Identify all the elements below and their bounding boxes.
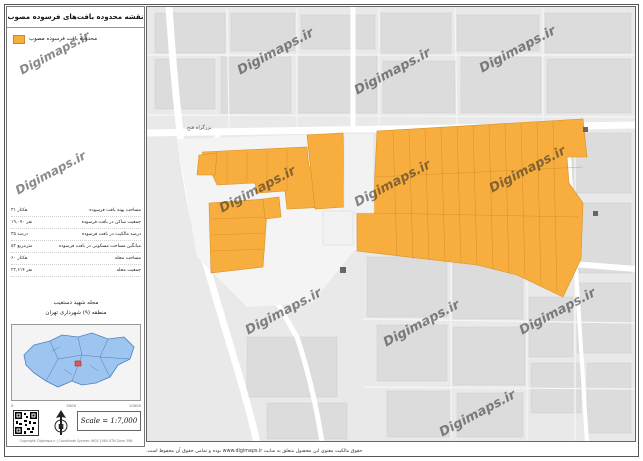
sidebar-footer: Copyright: Digimaps.ir | Coordinate Syst… — [19, 439, 133, 443]
inset-scale-right: 10000 — [128, 403, 141, 408]
stat-row: مساحت محله ۶۰ هکتار — [11, 253, 141, 265]
stat-value: ۲۲,۶۱۴ نفر — [11, 268, 33, 273]
inset-scale-mid: 5000 — [66, 403, 76, 408]
stat-value: ۱۹,۰۷۰ نفر — [11, 220, 33, 225]
stat-value: ۶۰ هکتار — [11, 256, 28, 261]
stat-label: درصد مالکیت در بافت فرسوده — [81, 232, 141, 237]
scale-text: Scale = 1:7,000 — [77, 411, 141, 431]
map-sidebar: نقشه محدوده بافت‌های فرسوده مصوب محدوده … — [6, 6, 145, 447]
map-title: نقشه محدوده بافت‌های فرسوده مصوب — [7, 7, 144, 28]
pocket-block — [322, 210, 354, 246]
poi-marker — [593, 211, 598, 216]
stat-row: جمعیت محله ۲۲,۶۱۴ نفر — [11, 265, 141, 277]
stat-label: مساحت پهنه بافت فرسوده — [89, 208, 141, 213]
stat-label: جمعیت ساکن در بافت فرسوده — [81, 220, 141, 225]
map-canvas[interactable]: بزرگراه فتح Digimaps.ir Digimaps.ir Digi… — [146, 6, 636, 442]
stat-label: میانگین مساحت مسکونی در بافت فرسوده — [58, 244, 141, 249]
qr-code — [13, 410, 39, 436]
stat-row: مساحت پهنه بافت فرسوده ۳۱ هکتار — [11, 205, 141, 217]
stats-table: مساحت پهنه بافت فرسوده ۳۱ هکتار جمعیت سا… — [11, 205, 141, 277]
qr-code-graphic — [15, 412, 37, 434]
district-9-highlight — [74, 360, 82, 367]
location-title: محله شهید دستغیب منطقه (۹) شهرداری تهران — [11, 298, 141, 318]
stat-row: درصد مالکیت در بافت فرسوده ۳۵ درصد — [11, 229, 141, 241]
worn-texture-polygon — [262, 196, 282, 220]
watermark-text: Digimaps.ir — [13, 148, 89, 198]
stat-row: میانگین مساحت مسکونی در بافت فرسوده ۵۲ م… — [11, 241, 141, 253]
inset-scale: 0 5000 10000 — [11, 403, 141, 408]
stat-value: ۳۵ درصد — [11, 232, 28, 237]
district-name: منطقه (۹) شهرداری تهران — [45, 310, 107, 316]
north-arrow-icon: N — [54, 410, 68, 435]
stat-label: مساحت محله — [114, 256, 141, 261]
poi-marker — [583, 127, 588, 132]
inset-map — [11, 324, 141, 401]
stat-value: ۵۲ مترمربع — [11, 244, 33, 249]
inset-map-graphic — [23, 332, 135, 388]
road-label: بزرگراه فتح — [187, 124, 211, 131]
copyright-footer: حقوق مالکیت معنوی این محصول متعلق به سای… — [146, 448, 363, 454]
stat-row: جمعیت ساکن در بافت فرسوده ۱۹,۰۷۰ نفر — [11, 217, 141, 229]
stat-label: جمعیت محله — [116, 268, 141, 273]
north-arrow: N — [51, 409, 71, 437]
poi-marker — [340, 267, 346, 273]
neighborhood-name: محله شهید دستغیب — [53, 300, 99, 306]
legend-swatch-worn-texture — [13, 34, 25, 44]
north-label: N — [58, 423, 64, 431]
stat-value: ۳۱ هکتار — [11, 208, 28, 213]
worn-texture-polygon — [196, 152, 218, 176]
worn-texture-polygon — [208, 198, 268, 274]
inset-scale-left: 0 — [11, 403, 14, 408]
